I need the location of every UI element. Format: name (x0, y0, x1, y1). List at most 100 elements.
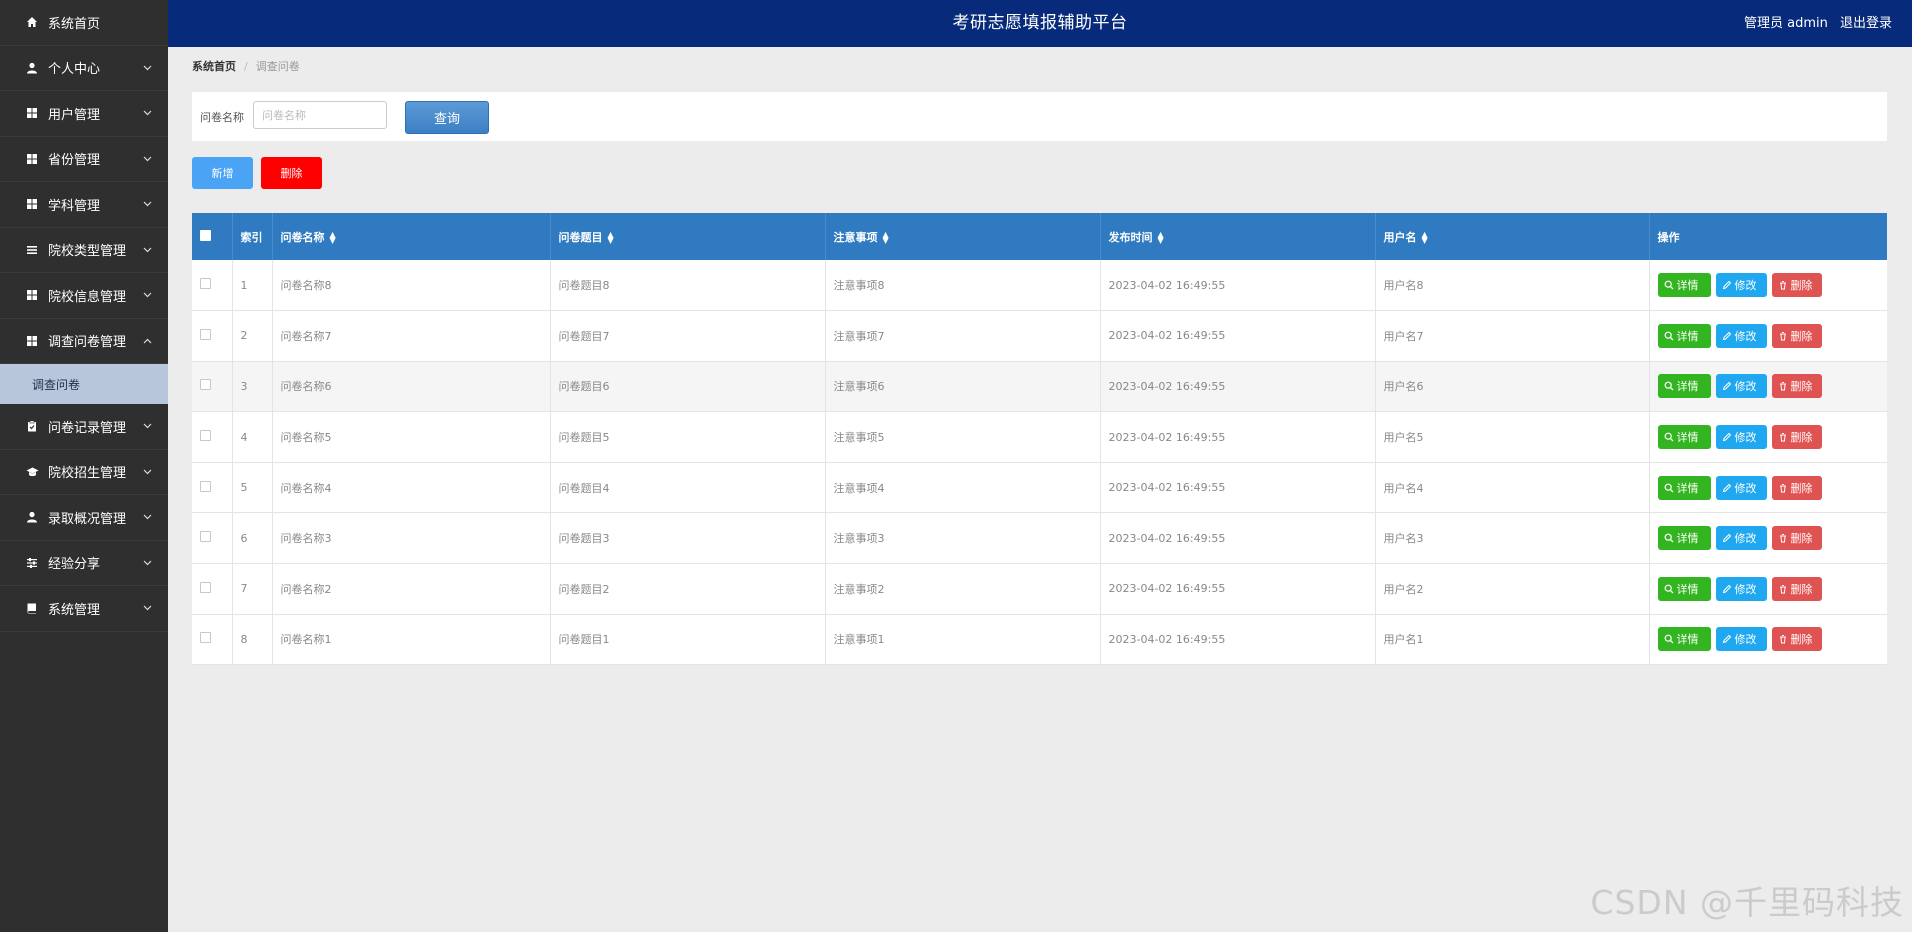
select-all-checkbox[interactable] (200, 229, 211, 241)
row-select-cell[interactable] (192, 260, 233, 311)
sidebar-item-admissions[interactable]: 院校招生管理 (0, 450, 168, 495)
delete-button[interactable]: 删除 (1771, 526, 1822, 551)
graduation-icon (24, 464, 40, 480)
table-row: 7 问卷名称2 问卷题目2 注意事项2 2023-04-02 16:49:55 … (192, 563, 1887, 615)
header-select-all[interactable] (192, 213, 233, 260)
row-username: 用户名8 (1375, 260, 1650, 311)
edit-button[interactable]: 修改 (1715, 526, 1767, 551)
row-checkbox[interactable] (200, 581, 211, 593)
edit-button[interactable]: 修改 (1715, 627, 1767, 652)
sidebar-subitem-survey[interactable]: 调查问卷 (0, 364, 168, 404)
trash-icon (1779, 534, 1786, 543)
row-topic: 问卷题目2 (550, 563, 826, 615)
row-index: 2 (232, 310, 273, 362)
pencil-icon (1722, 382, 1731, 391)
detail-button[interactable]: 详情 (1657, 374, 1711, 399)
sort-icon[interactable]: ▲ ▼ (1422, 230, 1428, 244)
row-select-cell[interactable] (192, 310, 233, 362)
sidebar-item-surveys[interactable]: 调查问卷管理 (0, 319, 168, 364)
row-username: 用户名7 (1375, 310, 1650, 362)
add-button[interactable]: 新增 (192, 157, 253, 189)
row-select-cell[interactable] (192, 462, 233, 513)
header-notes[interactable]: 注意事项 ▲ ▼ (825, 213, 1101, 260)
edit-button[interactable]: 修改 (1715, 374, 1767, 399)
delete-button[interactable]: 删除 (1771, 576, 1822, 601)
row-notes: 注意事项5 (825, 411, 1101, 463)
detail-button[interactable]: 详情 (1657, 323, 1711, 348)
row-checkbox[interactable] (200, 480, 211, 492)
edit-button[interactable]: 修改 (1715, 323, 1767, 348)
delete-button[interactable]: 删除 (1771, 475, 1822, 500)
sidebar-item-school-info[interactable]: 院校信息管理 (0, 273, 168, 319)
delete-button[interactable]: 删除 (1771, 425, 1822, 450)
sidebar-item-system[interactable]: 系统管理 (0, 586, 168, 632)
sidebar-item-provinces[interactable]: 省份管理 (0, 137, 168, 182)
sidebar-item-personal[interactable]: 个人中心 (0, 46, 168, 91)
delete-button[interactable]: 删除 (1771, 627, 1822, 652)
edit-button[interactable]: 修改 (1715, 273, 1767, 298)
chevron-down-icon (140, 197, 154, 211)
detail-button[interactable]: 详情 (1657, 576, 1711, 601)
search-button[interactable]: 查询 (405, 101, 489, 134)
edit-button[interactable]: 修改 (1715, 576, 1767, 601)
header-time[interactable]: 发布时间 ▲ ▼ (1100, 213, 1376, 260)
row-username: 用户名6 (1375, 361, 1650, 412)
row-checkbox[interactable] (200, 328, 211, 340)
pencil-icon (1722, 635, 1731, 644)
header-topic[interactable]: 问卷题目 ▲ ▼ (550, 213, 826, 260)
grid-icon (24, 151, 40, 167)
row-select-cell[interactable] (192, 563, 233, 615)
detail-button[interactable]: 详情 (1657, 475, 1711, 500)
row-time: 2023-04-02 16:49:55 (1100, 563, 1376, 615)
sidebar-item-subjects[interactable]: 学科管理 (0, 182, 168, 228)
sidebar-item-survey-records[interactable]: 问卷记录管理 (0, 404, 168, 450)
row-select-cell[interactable] (192, 361, 233, 412)
row-select-cell[interactable] (192, 512, 233, 564)
logout-link[interactable]: 退出登录 (1840, 16, 1892, 31)
row-select-cell[interactable] (192, 614, 233, 665)
sidebar-item-users[interactable]: 用户管理 (0, 91, 168, 137)
header-username[interactable]: 用户名 ▲ ▼ (1375, 213, 1650, 260)
sort-icon[interactable]: ▲ ▼ (330, 230, 336, 244)
row-checkbox[interactable] (200, 379, 211, 391)
row-topic: 问卷题目3 (550, 512, 826, 564)
search-input[interactable] (253, 101, 387, 129)
delete-button[interactable]: 删除 (1771, 374, 1822, 399)
row-checkbox[interactable] (200, 430, 211, 442)
pencil-icon (1722, 432, 1731, 442)
row-checkbox[interactable] (200, 278, 211, 290)
trash-icon (1779, 331, 1786, 341)
sort-icon[interactable]: ▲ ▼ (883, 230, 889, 244)
search-label: 问卷名称 (200, 111, 244, 124)
table-row: 5 问卷名称4 问卷题目4 注意事项4 2023-04-02 16:49:55 … (192, 462, 1887, 513)
sort-icon[interactable]: ▲ ▼ (1158, 230, 1164, 244)
delete-button[interactable]: 删除 (1771, 273, 1822, 298)
row-select-cell[interactable] (192, 411, 233, 463)
breadcrumb-home[interactable]: 系统首页 (192, 58, 236, 74)
sidebar-item-enrollment[interactable]: 录取概况管理 (0, 495, 168, 541)
sidebar-item-school-types[interactable]: 院校类型管理 (0, 228, 168, 273)
row-actions: 详情 修改 删除 (1649, 614, 1887, 665)
row-checkbox[interactable] (200, 531, 211, 543)
sidebar-item-experience[interactable]: 经验分享 (0, 541, 168, 586)
row-notes: 注意事项4 (825, 462, 1101, 513)
sidebar-item-home[interactable]: 系统首页 (0, 0, 168, 46)
edit-button[interactable]: 修改 (1715, 475, 1767, 500)
clipboard-icon (24, 418, 40, 434)
row-checkbox[interactable] (200, 632, 211, 644)
sort-icon[interactable]: ▲ ▼ (608, 230, 614, 244)
sidebar-item-label: 经验分享 (48, 557, 101, 573)
header-name[interactable]: 问卷名称 ▲ ▼ (272, 213, 551, 260)
row-index: 4 (232, 411, 273, 463)
detail-button[interactable]: 详情 (1657, 627, 1711, 652)
breadcrumb-current: 调查问卷 (255, 60, 300, 73)
detail-button[interactable]: 详情 (1657, 526, 1711, 551)
detail-button[interactable]: 详情 (1657, 273, 1711, 298)
sidebar-item-label: 省份管理 (48, 153, 101, 169)
delete-button[interactable]: 删除 (1771, 323, 1822, 348)
bulk-delete-button[interactable]: 删除 (261, 157, 322, 189)
row-username: 用户名4 (1375, 462, 1650, 513)
edit-button[interactable]: 修改 (1715, 425, 1767, 450)
table-row: 1 问卷名称8 问卷题目8 注意事项8 2023-04-02 16:49:55 … (192, 260, 1887, 311)
detail-button[interactable]: 详情 (1657, 425, 1711, 450)
